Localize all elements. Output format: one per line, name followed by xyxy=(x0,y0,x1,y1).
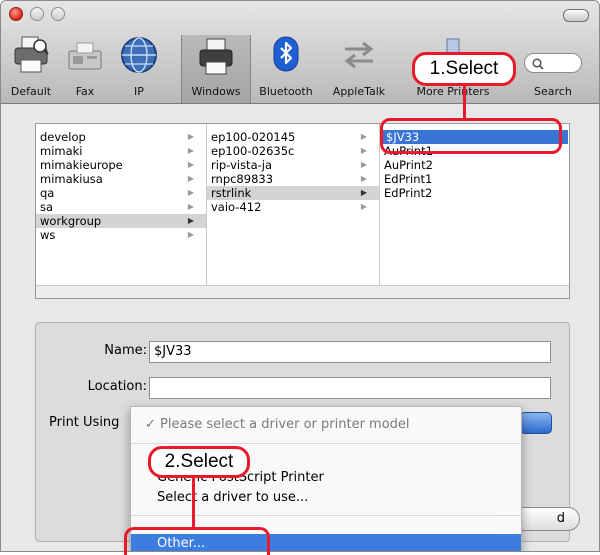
list-item-label: workgroup xyxy=(40,214,102,228)
name-field[interactable]: $JV33 xyxy=(149,341,551,363)
disclosure-arrow-icon: ▶ xyxy=(187,216,194,225)
callout-leader-1 xyxy=(463,84,466,120)
toolbar-ip-label: IP xyxy=(134,85,144,98)
list-item-label: ws xyxy=(40,228,56,242)
zoom-button[interactable] xyxy=(51,7,65,21)
list-item-label: sa xyxy=(40,200,54,214)
list-item[interactable]: EdPrint1 xyxy=(380,172,570,186)
search-field[interactable] xyxy=(524,53,582,73)
list-item-label: rstrlink xyxy=(211,186,252,200)
list-item[interactable]: ws ▶ xyxy=(36,228,206,242)
list-item-label: ep100-020145 xyxy=(211,130,296,144)
list-item[interactable]: mimakiusa ▶ xyxy=(36,172,206,186)
menu-item-placeholder-label: Please select a driver or printer model xyxy=(160,417,410,432)
disclosure-arrow-icon: ▶ xyxy=(187,160,194,169)
list-item-label: AuPrint2 xyxy=(384,158,433,172)
close-button[interactable] xyxy=(9,7,23,21)
list-item[interactable]: ep100-020145 ▶ xyxy=(207,130,379,144)
toolbar-windows-label: Windows xyxy=(191,85,241,98)
callout-2-select: 2.Select xyxy=(148,446,250,478)
list-item-label: develop xyxy=(40,130,86,144)
toolbar: Default Fax IP Windows Bluetooth AppleTa… xyxy=(1,1,599,104)
search-icon xyxy=(532,58,544,70)
toolbar-fax-label: Fax xyxy=(75,85,95,98)
browser-column-workgroups: develop ▶ mimaki ▶ mimakieurope ▶ mimakiusa ▶ qa… xyxy=(36,124,207,288)
disclosure-arrow-icon: ▶ xyxy=(187,174,194,183)
menu-separator xyxy=(131,515,521,516)
list-item-label: vaio-412 xyxy=(211,200,262,214)
list-item[interactable]: workgroup ▶ xyxy=(36,214,206,228)
search-label: Search xyxy=(534,85,572,98)
callout-outline-printer xyxy=(380,118,562,154)
list-item-label: mimakieurope xyxy=(40,158,123,172)
callout-outline-other xyxy=(124,527,270,555)
disclosure-arrow-icon: ▶ xyxy=(360,188,367,197)
list-item[interactable]: mimakieurope ▶ xyxy=(36,158,206,172)
disclosure-arrow-icon: ▶ xyxy=(360,132,367,141)
checkmark-icon: ✓ xyxy=(145,417,156,432)
disclosure-arrow-icon: ▶ xyxy=(187,132,194,141)
toolbar-toggle-button[interactable] xyxy=(563,9,589,22)
minimize-button[interactable] xyxy=(30,7,44,21)
print-using-popup-arrow[interactable] xyxy=(520,412,552,434)
list-item-label: rip-vista-ja xyxy=(211,158,273,172)
windows-printer-icon xyxy=(199,38,233,75)
list-item-label: mimakiusa xyxy=(40,172,103,186)
disclosure-arrow-icon: ▶ xyxy=(187,202,194,211)
menu-separator xyxy=(131,443,521,444)
list-item[interactable]: rstrlink ▶ xyxy=(207,186,379,200)
list-item-label: EdPrint1 xyxy=(384,172,433,186)
disclosure-arrow-icon: ▶ xyxy=(360,202,367,211)
globe-icon xyxy=(121,37,157,73)
list-item-label: qa xyxy=(40,186,55,200)
disclosure-arrow-icon: ▶ xyxy=(187,146,194,155)
name-label: Name: xyxy=(104,343,147,358)
browser-column-hosts: ep100-020145 ▶ ep100-02635c ▶ rip-vista-ja ▶ r… xyxy=(207,124,380,288)
list-item[interactable]: EdPrint2 xyxy=(380,186,570,200)
list-item-label: EdPrint2 xyxy=(384,186,433,200)
menu-item-select-driver[interactable]: Select a driver to use... xyxy=(131,488,521,508)
toolbar-more-printers-label: More Printers xyxy=(416,85,490,98)
printer-icon xyxy=(14,36,49,73)
disclosure-arrow-icon: ▶ xyxy=(187,188,194,197)
toolbar-default-button[interactable]: Default xyxy=(5,35,57,101)
list-item[interactable]: AuPrint2 xyxy=(380,158,570,172)
toolbar-appletalk-button[interactable]: AppleTalk xyxy=(319,35,399,101)
print-using-label: Print Using xyxy=(49,415,120,430)
location-field[interactable] xyxy=(149,377,551,399)
disclosure-arrow-icon: ▶ xyxy=(187,230,194,239)
callout-leader-2 xyxy=(192,476,195,528)
list-item[interactable]: develop ▶ xyxy=(36,130,206,144)
bluetooth-icon xyxy=(273,36,299,72)
list-item[interactable]: mimaki ▶ xyxy=(36,144,206,158)
menu-item-placeholder[interactable]: ✓ Please select a driver or printer mode… xyxy=(131,415,521,435)
appletalk-arrows-icon xyxy=(344,41,374,69)
toolbar-appletalk-label: AppleTalk xyxy=(332,85,386,98)
toolbar-windows-button[interactable]: Windows xyxy=(181,35,251,103)
list-item[interactable]: sa ▶ xyxy=(36,200,206,214)
disclosure-arrow-icon: ▶ xyxy=(360,160,367,169)
list-item[interactable]: ep100-02635c ▶ xyxy=(207,144,379,158)
disclosure-arrow-icon: ▶ xyxy=(360,146,367,155)
horizontal-scrollbar[interactable] xyxy=(36,285,569,298)
toolbar-ip-button[interactable]: IP xyxy=(119,35,159,101)
list-item[interactable]: vaio-412 ▶ xyxy=(207,200,379,214)
toolbar-bluetooth-button[interactable]: Bluetooth xyxy=(253,35,319,101)
list-item[interactable]: rip-vista-ja ▶ xyxy=(207,158,379,172)
list-item-label: rnpc89833 xyxy=(211,172,274,186)
list-item-label: mimaki xyxy=(40,144,83,158)
callout-1-select: 1.Select xyxy=(412,52,516,86)
toolbar-fax-button[interactable]: Fax xyxy=(63,35,107,101)
toolbar-default-label: Default xyxy=(10,85,52,98)
toolbar-bluetooth-label: Bluetooth xyxy=(259,85,313,98)
list-item[interactable]: qa ▶ xyxy=(36,186,206,200)
list-item[interactable]: rnpc89833 ▶ xyxy=(207,172,379,186)
list-item-label: ep100-02635c xyxy=(211,144,295,158)
location-label: Location: xyxy=(87,379,147,394)
fax-icon xyxy=(68,42,102,70)
disclosure-arrow-icon: ▶ xyxy=(360,174,367,183)
